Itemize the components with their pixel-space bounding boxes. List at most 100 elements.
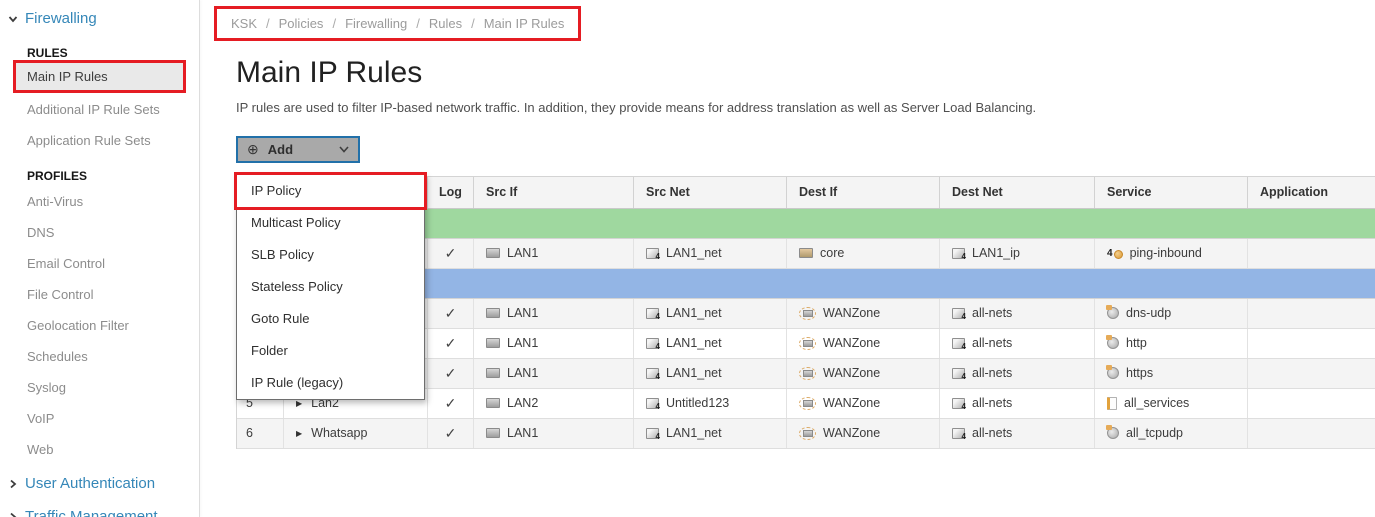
log-check-icon: ✓ <box>445 425 457 442</box>
ipv4-label: 4 <box>656 433 660 441</box>
menu-item-folder[interactable]: Folder <box>237 335 424 367</box>
src-net-cell-label: LAN1_net <box>666 246 722 260</box>
breadcrumb-item[interactable]: Policies <box>279 16 324 31</box>
application-cell <box>1248 329 1375 358</box>
main-content: KSK/Policies/Firewalling/Rules/Main IP R… <box>200 0 1375 517</box>
sidebar-item-file-control[interactable]: File Control <box>0 279 199 310</box>
sidebar-item-web[interactable]: Web <box>0 434 199 465</box>
menu-item-slb-policy[interactable]: SLB Policy <box>237 239 424 271</box>
src-net-cell: 4 LAN1_net <box>634 239 787 268</box>
ipv4-label: 4 <box>962 343 966 351</box>
dest-net-cell-label: all-nets <box>972 336 1012 350</box>
dest-net-cell-label: LAN1_ip <box>972 246 1020 260</box>
rule-name-label: Whatsapp <box>311 426 367 440</box>
column-header-srcnet: Src Net <box>634 177 787 208</box>
chevron-down-icon <box>339 146 349 153</box>
sidebar-section-firewalling[interactable]: Firewalling <box>0 0 199 33</box>
service-globe-icon <box>1107 427 1119 439</box>
breadcrumb-item[interactable]: KSK <box>231 16 257 31</box>
src-net-cell: 4 LAN1_net <box>634 299 787 328</box>
menu-item-stateless-policy[interactable]: Stateless Policy <box>237 271 424 303</box>
sidebar-item-schedules[interactable]: Schedules <box>0 341 199 372</box>
zone-interface-icon <box>799 397 816 410</box>
sidebar-item-anti-virus[interactable]: Anti-Virus <box>0 186 199 217</box>
sidebar-item-additional-ip-rule-sets[interactable]: Additional IP Rule Sets <box>0 94 199 125</box>
breadcrumb-item[interactable]: Main IP Rules <box>484 16 565 31</box>
sidebar-heading-profiles: PROFILES <box>0 169 199 183</box>
dest-net-cell: 4 LAN1_ip <box>940 239 1095 268</box>
sidebar-heading-rules: RULES <box>0 46 199 60</box>
zone-interface-icon <box>799 367 816 380</box>
log-cell: ✓ <box>428 299 474 328</box>
ipv4-label: 4 <box>656 253 660 261</box>
menu-item-ip-rule-legacy-[interactable]: IP Rule (legacy) <box>237 367 424 399</box>
src-if-cell-label: LAN1 <box>507 426 538 440</box>
zone-interface-icon <box>799 307 816 320</box>
sidebar-section-traffic-management[interactable]: Traffic Management <box>0 498 199 517</box>
ipv4-label: 4 <box>962 253 966 261</box>
ipv4-network-icon: 4 <box>646 398 659 409</box>
ipv4-network-icon: 4 <box>646 248 659 259</box>
ipv4-network-icon: 4 <box>952 308 965 319</box>
dest-if-cell-label: WANZone <box>823 426 880 440</box>
interface-icon <box>799 248 813 258</box>
sidebar-item-dns[interactable]: DNS <box>0 217 199 248</box>
menu-item-goto-rule[interactable]: Goto Rule <box>237 303 424 335</box>
plus-circle-icon: ⊕ <box>247 142 259 156</box>
dest-if-cell-label: core <box>820 246 844 260</box>
sidebar-item-email-control[interactable]: Email Control <box>0 248 199 279</box>
src-net-cell: 4 LAN1_net <box>634 359 787 388</box>
dest-if-cell-label: WANZone <box>823 366 880 380</box>
ipv4-label: 4 <box>656 373 660 381</box>
src-if-cell: LAN2 <box>474 389 634 418</box>
dest-net-cell: 4 all-nets <box>940 329 1095 358</box>
sidebar-item-syslog[interactable]: Syslog <box>0 372 199 403</box>
service-cell: all_services <box>1095 389 1248 418</box>
interface-icon <box>803 430 813 437</box>
sidebar-item-voip[interactable]: VoIP <box>0 403 199 434</box>
ipv4-label: 4 <box>656 313 660 321</box>
src-if-cell: LAN1 <box>474 419 634 448</box>
interface-icon <box>803 370 813 377</box>
src-net-cell-label: LAN1_net <box>666 306 722 320</box>
src-net-cell: 4Untitled123 <box>634 389 787 418</box>
sidebar-section-label: User Authentication <box>25 475 155 492</box>
sidebar-item-application-rule-sets[interactable]: Application Rule Sets <box>0 125 199 156</box>
src-if-cell-label: LAN1 <box>507 366 538 380</box>
service-globe-icon <box>1107 367 1119 379</box>
add-button[interactable]: ⊕ Add <box>236 136 360 163</box>
log-check-icon: ✓ <box>445 245 457 262</box>
breadcrumb-item[interactable]: Rules <box>429 16 462 31</box>
page-description: IP rules are used to filter IP-based net… <box>236 100 1375 115</box>
menu-item-multicast-policy[interactable]: Multicast Policy <box>237 207 424 239</box>
service-cell-label: all_services <box>1124 396 1189 410</box>
dest-if-cell-label: WANZone <box>823 306 880 320</box>
dest-net-cell-label: all-nets <box>972 306 1012 320</box>
menu-item-ip-policy[interactable]: IP Policy <box>237 175 424 207</box>
dest-net-cell-label: all-nets <box>972 366 1012 380</box>
src-if-cell: LAN1 <box>474 299 634 328</box>
sidebar-item-main-ip-rules[interactable]: Main IP Rules <box>16 63 183 90</box>
log-cell: ✓ <box>428 359 474 388</box>
table-row[interactable]: 6▶Whatsapp✓LAN14LAN1_netWANZone4all-nets… <box>237 419 1375 449</box>
interface-icon <box>803 340 813 347</box>
column-header-srcif: Src If <box>474 177 634 208</box>
src-net-cell-label: LAN1_net <box>666 366 722 380</box>
sidebar-item-geolocation-filter[interactable]: Geolocation Filter <box>0 310 199 341</box>
ping-ball-icon <box>1114 250 1123 259</box>
log-cell: ✓ <box>428 239 474 268</box>
expand-icon[interactable]: ▶ <box>296 429 302 438</box>
sidebar-section-user-authentication[interactable]: User Authentication <box>0 465 199 498</box>
breadcrumb: KSK/Policies/Firewalling/Rules/Main IP R… <box>214 6 581 41</box>
src-net-cell: 4LAN1_net <box>634 419 787 448</box>
app-root: Firewalling RULES Main IP Rules Additional … <box>0 0 1375 517</box>
sidebar-section-label: Traffic Management <box>25 508 158 517</box>
sidebar-section-label: Firewalling <box>25 10 97 27</box>
service-cell-label: all_tcpudp <box>1126 426 1183 440</box>
sidebar-items: Firewalling RULES Main IP Rules Additional … <box>0 0 199 517</box>
ipv4-label: 4 <box>656 403 660 411</box>
ipv4-label: 4 <box>656 343 660 351</box>
zone-interface-icon <box>799 337 816 350</box>
ping-service-icon: 4 <box>1107 248 1123 259</box>
breadcrumb-item[interactable]: Firewalling <box>345 16 407 31</box>
